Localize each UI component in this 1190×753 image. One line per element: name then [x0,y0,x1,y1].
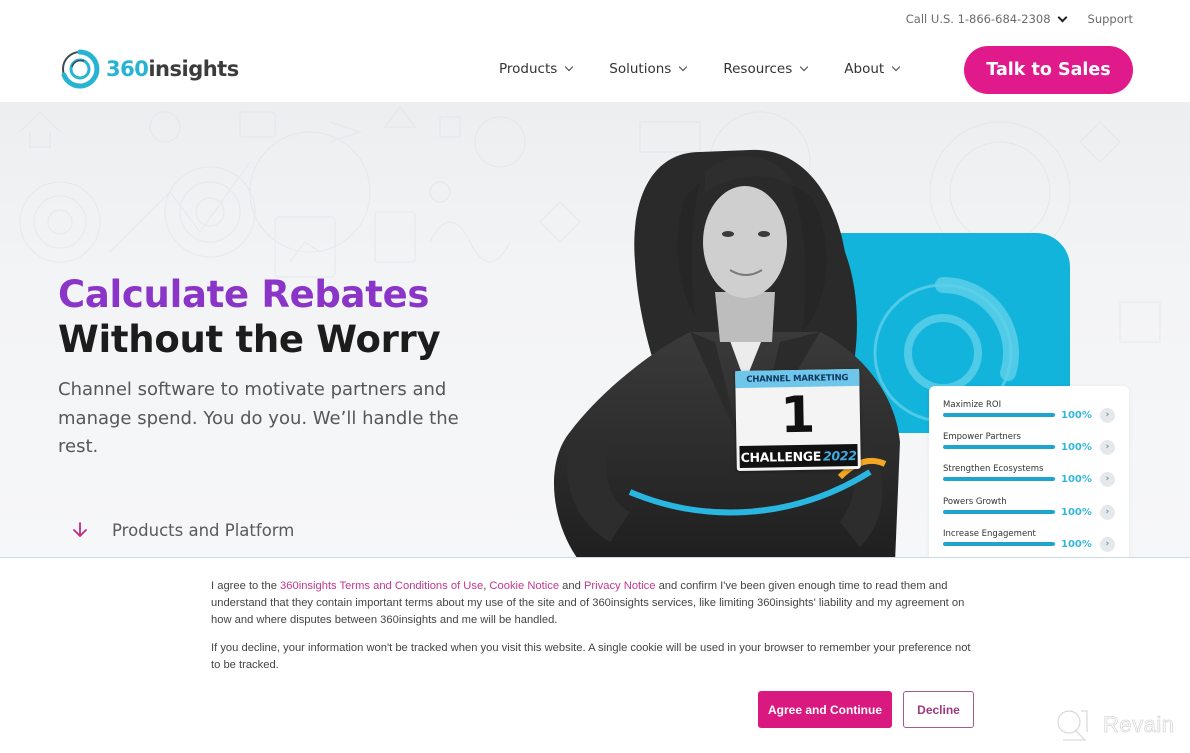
phone-dropdown[interactable]: Call U.S. 1-866-684-2308 [905,12,1067,26]
cookie-paragraph-decline: If you decline, your information won't b… [211,642,971,671]
nav-label: Solutions [609,61,672,77]
stat-label: Increase Engagement [943,528,1036,539]
stat-progress-fill [943,541,1055,546]
main-nav: Products Solutions Resources About [499,61,901,77]
stat-label: Strengthen Ecosystems [943,464,1044,475]
chevron-down-icon [565,62,574,72]
chevron-right-icon[interactable]: › [1100,472,1115,488]
logo-wordmark: 360insights [106,57,239,81]
stat-row: Maximize ROI 100% › [943,398,1115,430]
race-bib: CHANNEL MARKETING 1 CHALLENGE 2022 [735,368,861,472]
stat-progress-fill [943,477,1055,482]
chevron-down-icon [679,62,688,72]
nav-products[interactable]: Products [499,61,574,77]
cookie-notice-link[interactable]: Cookie Notice [489,580,559,592]
chevron-down-icon [891,62,901,72]
chevron-down-icon [800,62,809,72]
hero-photo-woman [554,149,900,557]
site-header: Call U.S. 1-866-684-2308 Support 360insi… [0,0,1190,102]
stat-label: Powers Growth [943,496,1007,507]
logo[interactable]: 360insights [58,47,239,91]
stat-row: Powers Growth 100% › [943,495,1115,527]
nav-label: About [844,61,885,77]
cookie-consent-text: I agree to the 360insights Terms and Con… [211,578,981,685]
chevron-right-icon[interactable]: › [1100,504,1115,520]
revain-watermark: Revain [1055,708,1174,742]
revain-logo-icon [1057,710,1088,741]
chevron-down-icon [1057,12,1067,22]
chevron-right-icon[interactable]: › [1100,440,1115,456]
stat-value: 100% [1061,474,1092,486]
bib-challenge-text: CHALLENGE [740,448,822,465]
support-link[interactable]: Support [1088,12,1133,26]
products-and-platform-link[interactable]: Products and Platform [70,520,294,540]
logo-ring-icon [61,49,100,89]
stat-value: 100% [1061,538,1092,550]
stats-card: Maximize ROI 100% › Empower Partners 100… [929,386,1129,557]
privacy-notice-link[interactable]: Privacy Notice [584,580,656,592]
agree-and-continue-button[interactable]: Agree and Continue [758,691,892,728]
stat-label: Maximize ROI [943,400,1002,410]
nav-resources[interactable]: Resources [723,61,809,77]
stat-row: Empower Partners 100% › [943,430,1115,462]
cookie-paragraph-agree: I agree to the 360insights Terms and Con… [211,580,965,626]
stat-progress-fill [943,445,1055,450]
nav-solutions[interactable]: Solutions [609,61,688,77]
hero-headline-line1: Calculate Rebates [58,273,430,316]
bib-bottom: CHALLENGE 2022 [739,443,858,469]
phone-label: Call U.S. 1-866-684-2308 [905,12,1051,26]
cookie-consent-banner: I agree to the 360insights Terms and Con… [0,559,1190,753]
stat-value: 100% [1061,442,1092,454]
nav-label: Products [499,61,558,77]
stat-value: 100% [1061,506,1092,518]
stat-progress-bar [943,541,1055,546]
stat-row: Strengthen Ecosystems 100% › [943,462,1115,494]
nav-about[interactable]: About [844,61,901,77]
nav-label: Resources [723,61,793,77]
chevron-right-icon[interactable]: › [1100,408,1115,423]
hero-headline: Calculate Rebates Without the Worry [58,272,441,362]
revain-label: Revain [1103,712,1175,738]
terms-link[interactable]: 360insights Terms and Conditions of Use [280,580,483,592]
decline-button[interactable]: Decline [903,691,974,728]
stat-progress-fill [943,413,1055,417]
stat-progress-bar [943,445,1055,450]
products-and-platform-label: Products and Platform [112,520,295,540]
stat-progress-bar [943,509,1055,514]
hero-subtitle: Channel software to motivate partners an… [58,379,459,457]
hero-section: Calculate Rebates Without the Worry Chan… [0,102,1190,558]
stat-row: Increase Engagement 100% › [943,527,1115,557]
stat-label: Empower Partners [943,432,1021,443]
stat-progress-bar [943,413,1055,417]
bib-number: 1 [780,385,816,445]
arrow-down-icon [73,522,87,537]
stat-progress-bar [943,477,1055,482]
bib-year: 2022 [822,447,857,464]
chevron-right-icon[interactable]: › [1100,536,1115,552]
hero-headline-line2: Without the Worry [58,318,441,361]
stat-value: 100% [1061,410,1092,421]
utility-bar: Call U.S. 1-866-684-2308 Support [906,12,1133,26]
talk-to-sales-button[interactable]: Talk to Sales [964,46,1133,94]
stat-progress-fill [943,509,1055,514]
